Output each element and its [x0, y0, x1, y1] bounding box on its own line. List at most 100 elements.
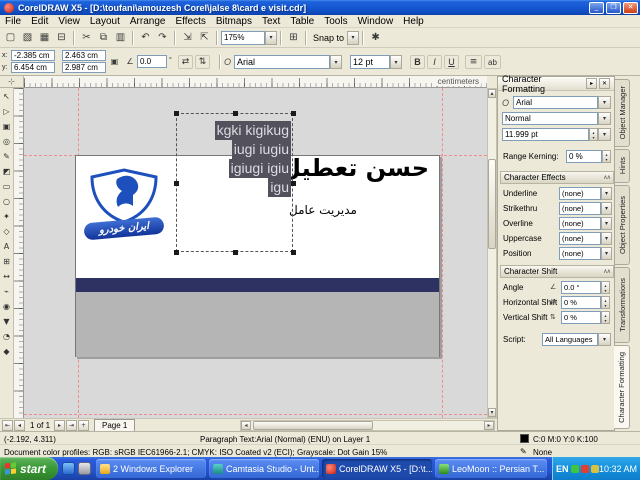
snap-dropdown-arrow[interactable]: ▾: [347, 30, 360, 45]
scroll-down-icon[interactable]: ▾: [488, 408, 496, 417]
horizontal-shift-field[interactable]: 0 %: [561, 296, 601, 309]
font-list-dropdown-arrow[interactable]: ▾: [330, 55, 342, 69]
drawing-canvas[interactable]: ایران خودرو حسن تعطیل مدیریت عامل www.kh…: [24, 88, 487, 418]
menu-file[interactable]: File: [0, 15, 26, 28]
uppercase-field[interactable]: (none): [559, 232, 601, 245]
page-tab[interactable]: Page 1: [94, 419, 136, 431]
strikethru-field[interactable]: (none): [559, 202, 601, 215]
zoom-tool[interactable]: ◎: [0, 134, 13, 149]
docker-font-field[interactable]: Arial: [513, 96, 598, 109]
new-icon[interactable]: ▢: [2, 30, 19, 46]
range-kerning-field[interactable]: 0 %: [566, 150, 602, 163]
strikethru-dropdown-arrow[interactable]: ▾: [601, 202, 612, 215]
open-icon[interactable]: ▧: [19, 30, 36, 46]
menu-window[interactable]: Window: [353, 15, 399, 28]
edit-text-button[interactable]: ab: [484, 55, 501, 69]
selection-handle[interactable]: [291, 111, 296, 116]
hshift-spinner[interactable]: ▴ ▾: [601, 296, 610, 309]
x-position-field[interactable]: -2.385 cm: [11, 50, 55, 61]
tab-object-properties[interactable]: Object Properties: [615, 185, 630, 265]
italic-button[interactable]: I: [427, 55, 442, 69]
bold-button[interactable]: B: [410, 55, 425, 69]
zoom-level-input[interactable]: 175%: [221, 30, 265, 45]
zoom-dropdown-arrow[interactable]: ▾: [265, 30, 277, 45]
lock-ratio-icon[interactable]: ▣: [108, 55, 121, 68]
menu-layout[interactable]: Layout: [85, 15, 125, 28]
fill-color-swatch[interactable]: [520, 434, 529, 443]
spin-down-icon[interactable]: ▾: [592, 135, 594, 140]
blend-tool[interactable]: ◉: [0, 299, 13, 314]
rectangle-tool[interactable]: ▭: [0, 179, 13, 194]
pick-tool[interactable]: ↖: [0, 89, 13, 104]
horizontal-ruler[interactable]: centimeters: [24, 76, 487, 88]
tray-icon-volume[interactable]: [590, 464, 599, 473]
first-page-icon[interactable]: ⇤: [2, 419, 13, 431]
horizontal-scrollbar[interactable]: ◂ ▸: [240, 420, 495, 431]
horizontal-scroll-thumb[interactable]: [253, 421, 373, 430]
selection-handle[interactable]: [174, 250, 179, 255]
selection-frame[interactable]: [174, 111, 296, 255]
tab-transformations[interactable]: Transformations: [615, 267, 630, 343]
ruler-origin[interactable]: ⊹: [0, 76, 24, 88]
minimize-button[interactable]: _: [589, 1, 604, 14]
start-button[interactable]: start: [0, 457, 58, 480]
underline-field[interactable]: (none): [559, 187, 601, 200]
polygon-tool[interactable]: ✦: [0, 209, 13, 224]
overline-field[interactable]: (none): [559, 217, 601, 230]
guideline-vertical-right[interactable]: [442, 88, 443, 418]
angle-spinner[interactable]: ▴ ▾: [601, 281, 610, 294]
docker-close-icon[interactable]: ✕: [599, 78, 610, 89]
taskbar-button-explorer[interactable]: 2 Windows Explorer: [96, 459, 206, 478]
alignment-button[interactable]: ≡: [465, 55, 482, 69]
selection-handle[interactable]: [233, 250, 238, 255]
collapse-icon[interactable]: ∧∧: [603, 268, 611, 275]
object-height-field[interactable]: 2.987 cm: [62, 62, 106, 73]
vertical-scroll-thumb[interactable]: [488, 159, 496, 249]
spin-down-icon[interactable]: ▾: [604, 288, 606, 293]
outline-pen-tool[interactable]: ◔: [0, 329, 13, 344]
font-list-field[interactable]: Arial: [234, 55, 330, 69]
title-bar[interactable]: CorelDRAW X5 - [D:\toufani\amouzesh Core…: [0, 0, 640, 15]
taskbar-button-leomoon[interactable]: LeoMoon :: Persian T...: [435, 459, 547, 478]
menu-arrange[interactable]: Arrange: [125, 15, 171, 28]
import-icon[interactable]: ⇲: [179, 30, 196, 46]
mirror-horizontal-button[interactable]: ⇄: [178, 55, 193, 69]
restore-button[interactable]: ❐: [606, 1, 621, 14]
tab-object-manager[interactable]: Object Manager: [615, 79, 630, 147]
selection-handle[interactable]: [291, 250, 296, 255]
tab-hints[interactable]: Hints: [615, 149, 630, 183]
menu-text[interactable]: Text: [257, 15, 285, 28]
tab-character-formatting[interactable]: Character Formatting: [614, 345, 630, 429]
options-icon[interactable]: ✱: [367, 30, 384, 46]
underline-button[interactable]: U: [444, 55, 459, 69]
position-field[interactable]: (none): [559, 247, 601, 260]
save-icon[interactable]: ▦: [36, 30, 53, 46]
collapse-icon[interactable]: ∧∧: [603, 174, 611, 181]
selection-handle[interactable]: [291, 181, 296, 186]
overline-dropdown-arrow[interactable]: ▾: [601, 217, 612, 230]
iran-khodro-logo[interactable]: ایران خودرو: [83, 168, 165, 246]
paste-icon[interactable]: ▥: [112, 30, 129, 46]
quick-launch-icon-1[interactable]: [62, 462, 75, 475]
eyedropper-tool[interactable]: ▼: [0, 314, 13, 329]
angle-field[interactable]: 0.0 °: [561, 281, 601, 294]
application-launcher-icon[interactable]: ⊞: [285, 30, 302, 46]
uppercase-dropdown-arrow[interactable]: ▾: [601, 232, 612, 245]
export-icon[interactable]: ⇱: [196, 30, 213, 46]
quick-launch-icon-2[interactable]: [78, 462, 91, 475]
spin-down-icon[interactable]: ▾: [605, 157, 607, 162]
docker-size-dropdown-arrow[interactable]: ▾: [598, 128, 611, 141]
outline-pen-icon[interactable]: ✎: [520, 447, 527, 456]
undo-icon[interactable]: ↶: [137, 30, 154, 46]
character-effects-header[interactable]: Character Effects ∧∧: [500, 171, 614, 184]
shape-tool[interactable]: ▷: [0, 104, 13, 119]
selection-handle[interactable]: [174, 181, 179, 186]
dimension-tool[interactable]: ↔: [0, 269, 13, 284]
docker-style-dropdown-arrow[interactable]: ▾: [598, 112, 611, 125]
freehand-tool[interactable]: ✎: [0, 149, 13, 164]
object-width-field[interactable]: 2.463 cm: [62, 50, 106, 61]
selection-handle[interactable]: [233, 111, 238, 116]
scroll-right-icon[interactable]: ▸: [484, 421, 494, 430]
card-role-text[interactable]: مدیریت عامل: [289, 203, 357, 217]
card-navy-stripe[interactable]: [76, 278, 439, 292]
